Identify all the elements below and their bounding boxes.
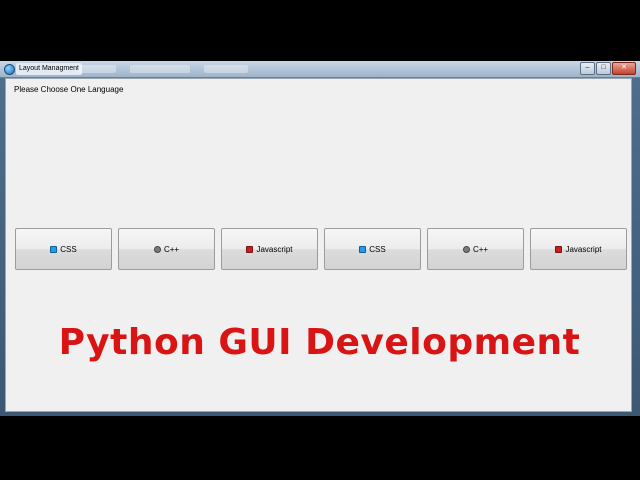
taskbar-tab-blurred bbox=[130, 65, 190, 73]
javascript-button[interactable]: Javascript bbox=[221, 228, 318, 270]
maximize-button[interactable]: □ bbox=[596, 62, 611, 75]
taskbar-tab-blurred bbox=[78, 65, 116, 73]
prompt-label: Please Choose One Language bbox=[14, 85, 124, 94]
button-label: Javascript bbox=[565, 244, 602, 254]
css-button[interactable]: CSS bbox=[324, 228, 421, 270]
taskbar-tab-blurred bbox=[204, 65, 248, 73]
window-client-area: Please Choose One Language CSS C++ Javas… bbox=[5, 78, 632, 412]
title-bar[interactable]: Layout Managment – □ ✕ bbox=[0, 61, 640, 78]
button-label: CSS bbox=[60, 244, 77, 254]
button-label: C++ bbox=[472, 244, 489, 254]
minimize-button[interactable]: – bbox=[580, 62, 595, 75]
close-button[interactable]: ✕ bbox=[612, 62, 636, 75]
button-label: Javascript bbox=[256, 244, 293, 254]
css-icon bbox=[359, 245, 367, 253]
js-icon bbox=[555, 245, 563, 253]
button-label: C++ bbox=[163, 244, 180, 254]
window-controls: – □ ✕ bbox=[580, 62, 636, 75]
css-icon bbox=[50, 245, 58, 253]
app-icon bbox=[4, 64, 15, 75]
cpp-icon bbox=[462, 245, 470, 253]
css-button[interactable]: CSS bbox=[15, 228, 112, 270]
cpp-button[interactable]: C++ bbox=[118, 228, 215, 270]
headline-overlay: Python GUI Development bbox=[58, 322, 581, 363]
cpp-button[interactable]: C++ bbox=[427, 228, 524, 270]
cpp-icon bbox=[153, 245, 161, 253]
application-window: Layout Managment – □ ✕ Please Choose One… bbox=[0, 61, 640, 416]
language-button-row: CSS C++ Javascript CSS C++ Javascript bbox=[15, 228, 627, 272]
js-icon bbox=[246, 245, 254, 253]
window-title: Layout Managment bbox=[16, 63, 82, 75]
button-label: CSS bbox=[369, 244, 386, 254]
javascript-button[interactable]: Javascript bbox=[530, 228, 627, 270]
